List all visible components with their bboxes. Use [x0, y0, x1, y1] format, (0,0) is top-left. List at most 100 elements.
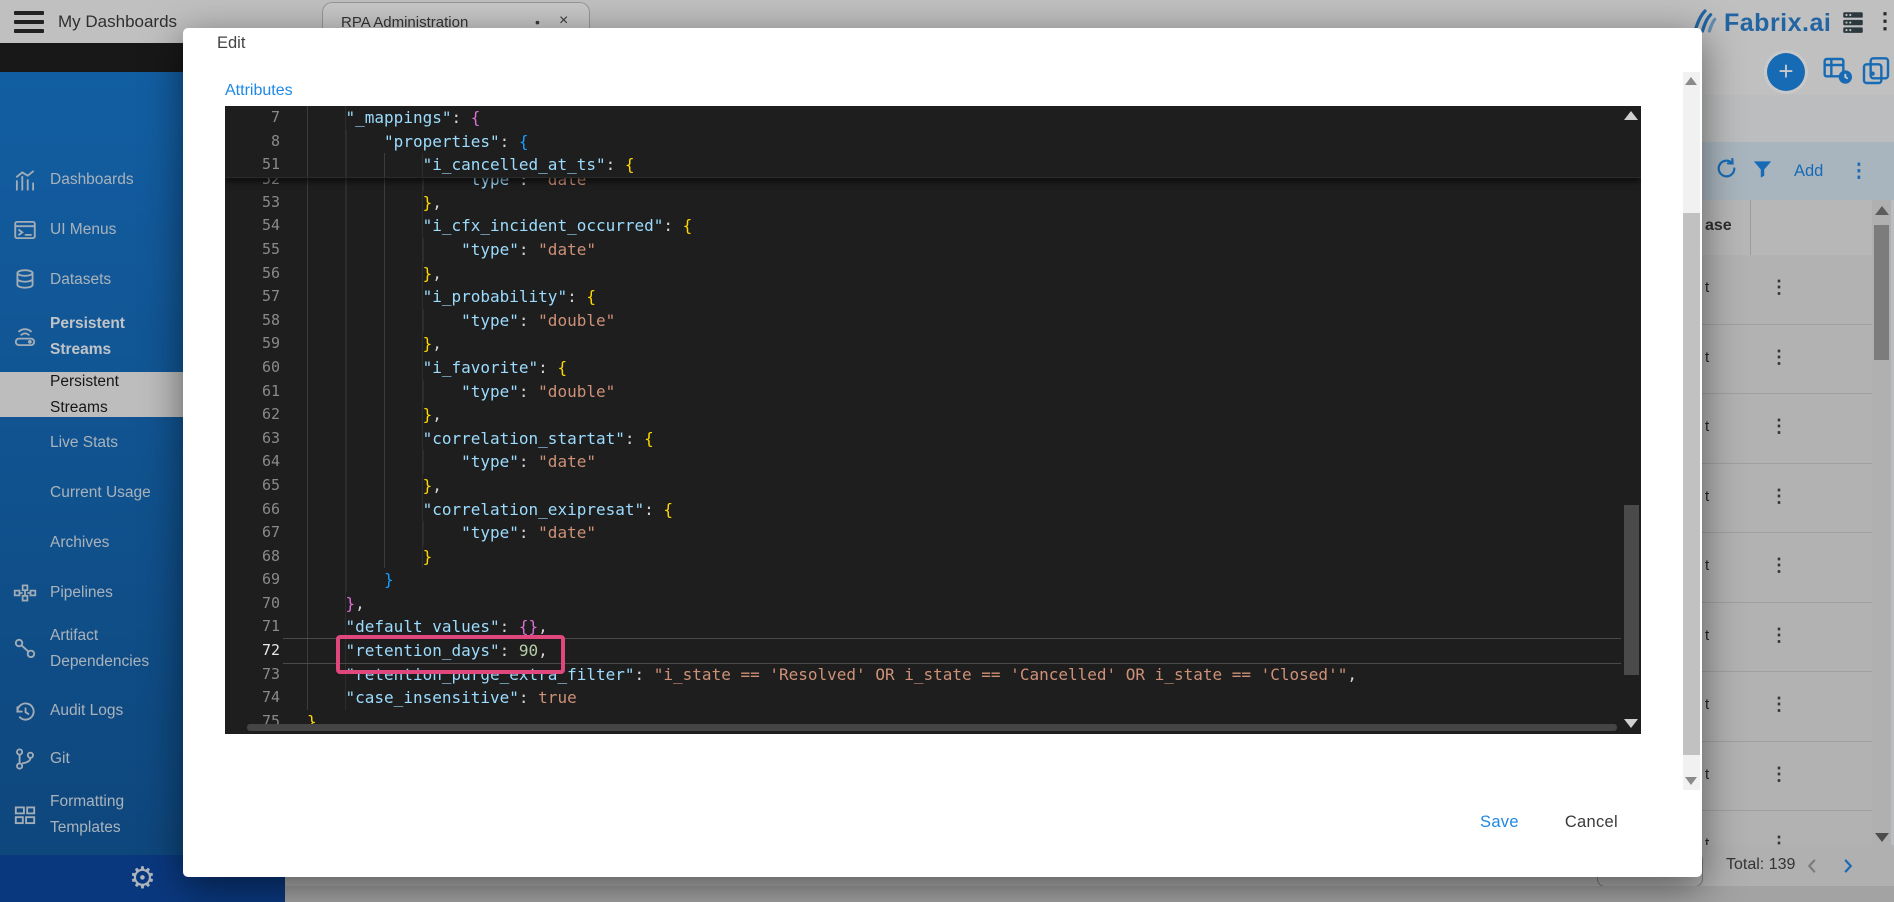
code-token: {: [644, 427, 654, 451]
dialog-scrollbar[interactable]: [1683, 72, 1700, 790]
code-token: }: [346, 592, 356, 616]
line-number: 8: [225, 130, 280, 154]
dialog-title: Edit: [217, 34, 245, 53]
line-number: 70: [225, 592, 280, 616]
cancel-button[interactable]: Cancel: [1565, 813, 1618, 832]
code-token: :: [519, 309, 538, 333]
code-token: "double": [538, 309, 615, 333]
line-number: 71: [225, 615, 280, 639]
code-line-56: 56},: [225, 262, 1641, 286]
code-token: "date": [538, 450, 596, 474]
indent-guides: [307, 356, 423, 380]
editor-horizontal-scrollbar[interactable]: [247, 724, 1617, 731]
code-token: :: [519, 238, 538, 262]
code-token: "date": [538, 521, 596, 545]
clipped-code-line: 52"type": "date": [225, 178, 1641, 191]
code-token: :: [500, 615, 519, 639]
line-number: 68: [225, 545, 280, 569]
line-number: 55: [225, 238, 280, 262]
code-token: "date": [538, 238, 596, 262]
line-number: 7: [225, 106, 280, 130]
indent-guides: [307, 474, 423, 498]
dialog-scroll-up-icon[interactable]: [1685, 77, 1697, 85]
code-token: "type": [461, 450, 519, 474]
current-line-border-bottom: [283, 663, 1621, 664]
code-token: "_mappings": [346, 106, 452, 130]
code-line-68: 68}: [225, 545, 1641, 569]
line-number: 63: [225, 427, 280, 451]
line-number: 65: [225, 474, 280, 498]
code-token: }: [423, 332, 433, 356]
indent-guides: [307, 214, 423, 238]
code-token: "type": [461, 380, 519, 404]
indent-guides: [307, 615, 346, 639]
app-root: My Dashboards RPA Administration • × Fab…: [0, 0, 1894, 902]
editor-scrollbar-thumb[interactable]: [1624, 505, 1639, 675]
dialog-scrollbar-thumb[interactable]: [1683, 213, 1700, 755]
code-token: ,: [1347, 663, 1357, 687]
code-line-53: 53},: [225, 191, 1641, 215]
code-token: "default_values": [346, 615, 500, 639]
code-token: {: [663, 498, 673, 522]
line-number: 72: [225, 639, 280, 663]
code-token: "double": [538, 380, 615, 404]
line-number: 52: [225, 178, 280, 191]
code-token: {: [557, 356, 567, 380]
indent-guides: [307, 403, 423, 427]
code-token: :: [500, 639, 519, 663]
code-line-66: 66"correlation_exipresat": {: [225, 498, 1641, 522]
dialog-actions: Save Cancel: [183, 813, 1662, 832]
indent-guides: [307, 153, 423, 177]
indent-guides: [307, 106, 346, 130]
dialog-scroll-down-icon[interactable]: [1685, 777, 1697, 785]
indent-guides: [307, 521, 461, 545]
indent-guides: [307, 639, 346, 663]
code-token: :: [663, 214, 682, 238]
code-token: ,: [432, 474, 442, 498]
indent-guides: [307, 285, 423, 309]
code-token: ,: [432, 403, 442, 427]
line-number: 73: [225, 663, 280, 687]
code-token: :: [606, 153, 625, 177]
code-token: {}: [519, 615, 538, 639]
code-token: :: [519, 380, 538, 404]
code-line-54: 54"i_cfx_incident_occurred": {: [225, 214, 1641, 238]
code-line-57: 57 "i_probability": {: [225, 285, 1641, 309]
line-number: 61: [225, 380, 280, 404]
save-button[interactable]: Save: [1480, 813, 1519, 832]
indent-guides: [307, 663, 346, 687]
line-number: 57: [225, 285, 280, 309]
line-number: 62: [225, 403, 280, 427]
code-token: 90: [519, 639, 538, 663]
code-line-59: 59},: [225, 332, 1641, 356]
code-line-64: 64"type": "date": [225, 450, 1641, 474]
indent-guides: [307, 262, 423, 286]
code-token: "retention_days": [346, 639, 500, 663]
code-token: "properties": [384, 130, 500, 154]
code-token: "i_probability": [423, 285, 568, 309]
line-number: 53: [225, 191, 280, 215]
code-token: "correlation_startat": [423, 427, 625, 451]
editor-scroll-up-icon[interactable]: [1624, 111, 1638, 120]
code-line-73: 73"retention_purge_extra_filter": "i_sta…: [225, 663, 1641, 687]
code-token: "correlation_exipresat": [423, 498, 645, 522]
line-number: 58: [225, 309, 280, 333]
code-line-61: 61 "type": "double": [225, 380, 1641, 404]
code-line-60: 60"i_favorite": {: [225, 356, 1641, 380]
code-token: :: [519, 686, 538, 710]
code-token: {: [519, 130, 529, 154]
code-token: {: [586, 285, 596, 309]
code-token: :: [451, 106, 470, 130]
code-token: "i_favorite": [423, 356, 539, 380]
code-token: ,: [432, 191, 442, 215]
indent-guides: [307, 498, 423, 522]
editor-scroll-down-icon[interactable]: [1624, 719, 1638, 728]
editor-vertical-scrollbar[interactable]: [1622, 106, 1641, 734]
code-token: }: [423, 262, 433, 286]
code-token: :: [567, 285, 586, 309]
code-line-51: 51"i_cancelled_at_ts": {: [225, 153, 1641, 177]
code-token: "type": [461, 309, 519, 333]
attributes-tab[interactable]: Attributes: [225, 82, 293, 100]
json-code-editor[interactable]: 7 "_mappings": {8 "properties": {51"i_canc…: [225, 106, 1641, 734]
code-token: :: [519, 450, 538, 474]
